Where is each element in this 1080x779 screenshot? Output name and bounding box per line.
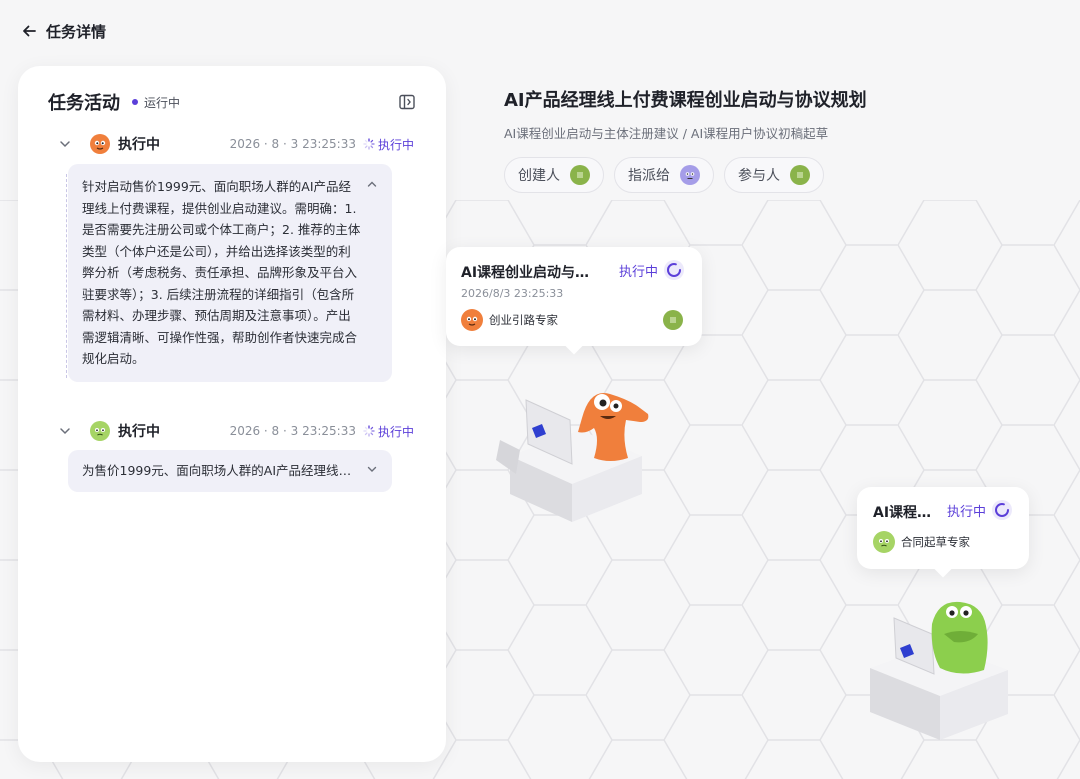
- panel-collapse-icon[interactable]: [398, 93, 416, 111]
- assignee-chip[interactable]: 指派给: [614, 157, 714, 193]
- card-status: 执行中: [947, 500, 1013, 520]
- agent-task-card[interactable]: AI课程创业启动与主体注册建议 执行中 2026/8/3 23:25:33 创业…: [446, 247, 702, 346]
- green-avatar-icon: [790, 165, 810, 185]
- entry-time: 2026 · 8 · 3 23:25:33: [229, 424, 356, 438]
- back-button[interactable]: 任务详情: [20, 21, 106, 42]
- orange-agent-avatar: [461, 309, 483, 331]
- activity-status: 运行中: [144, 95, 181, 110]
- participant-chip[interactable]: 参与人: [724, 157, 824, 193]
- progress-ring-icon: [992, 500, 1013, 520]
- card-time: 2026/8/3 23:25:33: [461, 287, 564, 300]
- chevron-down-icon[interactable]: [58, 424, 72, 438]
- assignee-avatar-icon: [663, 310, 683, 330]
- purple-avatar-icon: [680, 165, 700, 185]
- arrow-left-icon: [23, 25, 36, 37]
- progress-ring-icon: [664, 260, 685, 280]
- card-title: AI课程用户协议初稿起草: [873, 505, 935, 521]
- green-agent-workstation-illustration: [870, 601, 1008, 740]
- entry-tag: 执行中: [377, 137, 414, 152]
- role-chips: 创建人 指派给 参与人: [504, 157, 824, 193]
- activity-header: 任务活动 运行中: [48, 90, 416, 114]
- task-message-expanded[interactable]: 针对启动售价1999元、面向职场人群的AI产品经理线上付费课程，提供创业启动建议…: [68, 164, 392, 382]
- card-agent-name: 创业引路专家: [489, 313, 558, 327]
- task-message-collapsed[interactable]: 为售价1999元、面向职场人群的AI产品经理线上付费课程起草用户协议: [68, 450, 392, 492]
- agent-task-card[interactable]: AI课程用户协议初稿起草 执行中 合同起草专家: [857, 487, 1029, 569]
- loading-spinner-icon: [363, 138, 375, 150]
- chevron-down-icon[interactable]: [366, 463, 378, 475]
- task-title: AI产品经理线上付费课程创业启动与协议规划: [504, 90, 867, 111]
- orange-agent-workstation-illustration: [496, 393, 649, 522]
- orange-agent-avatar: [90, 134, 110, 154]
- card-agent: 创业引路专家: [461, 309, 558, 331]
- card-title: AI课程创业启动与主体注册建议: [461, 265, 603, 281]
- creator-chip[interactable]: 创建人: [504, 157, 604, 193]
- status-dot: [132, 99, 138, 105]
- top-bar: 任务详情: [0, 0, 1080, 62]
- card-agent-name: 合同起草专家: [901, 535, 970, 549]
- entry-state: 执行中: [118, 137, 160, 153]
- chevron-down-icon[interactable]: [58, 137, 72, 151]
- task-subtitle: AI课程创业启动与主体注册建议 / AI课程用户协议初稿起草: [504, 126, 829, 141]
- message-text: 为售价1999元、面向职场人群的AI产品经理线上付费课程起草用户协议: [82, 463, 392, 478]
- loading-spinner-icon: [363, 425, 375, 437]
- card-status-text: 执行中: [619, 264, 659, 280]
- green-agent-avatar: [873, 531, 895, 553]
- green-agent-avatar: [90, 421, 110, 441]
- entry-state: 执行中: [118, 424, 160, 440]
- green-creature-icon: [95, 428, 105, 436]
- card-status: 执行中: [619, 260, 685, 280]
- green-avatar-icon: [570, 165, 590, 185]
- task-activity-panel: 任务活动 运行中 执行中 2026 · 8 · 3 23:25:33 执行中 针…: [18, 66, 446, 762]
- chip-label: 创建人: [518, 168, 560, 184]
- message-text: 针对启动售价1999元、面向职场人群的AI产品经理线上付费课程，提供创业启动建议…: [82, 179, 361, 366]
- chip-label: 参与人: [738, 168, 780, 184]
- chevron-up-icon[interactable]: [366, 178, 378, 190]
- orange-creature-icon: [94, 140, 106, 150]
- page-title: 任务详情: [46, 22, 107, 41]
- activity-title: 任务活动: [48, 93, 120, 114]
- thread-line: [66, 174, 67, 378]
- activity-entry: 执行中 2026 · 8 · 3 23:25:33 执行中: [58, 133, 414, 155]
- card-agent: 合同起草专家: [873, 531, 970, 553]
- entry-time: 2026 · 8 · 3 23:25:33: [229, 137, 356, 151]
- chip-label: 指派给: [628, 168, 670, 184]
- card-status-text: 执行中: [947, 504, 987, 520]
- activity-entry: 执行中 2026 · 8 · 3 23:25:33 执行中: [58, 420, 414, 442]
- entry-tag: 执行中: [377, 424, 414, 439]
